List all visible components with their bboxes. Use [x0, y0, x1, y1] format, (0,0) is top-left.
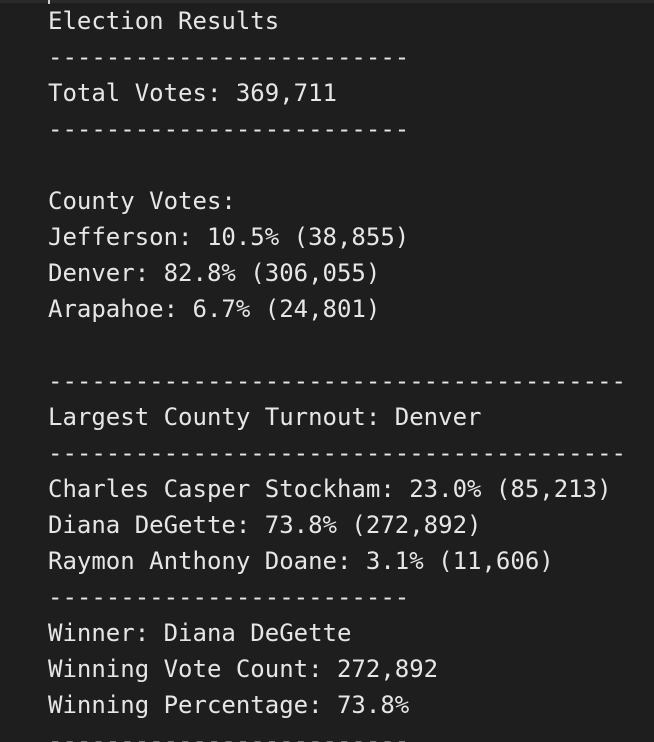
- largest-county-turnout-line: Largest County Turnout: Denver: [48, 403, 482, 431]
- county-line-arapahoe: Arapahoe: 6.7% (24,801): [48, 295, 381, 323]
- separator-line: ----------------------------------------: [48, 367, 626, 395]
- separator-line: -------------------------: [48, 583, 410, 611]
- winner-line: Winner: Diana DeGette: [48, 619, 352, 647]
- candidate-line-doane: Raymon Anthony Doane: 3.1% (11,606): [48, 547, 554, 575]
- winning-vote-count-line: Winning Vote Count: 272,892: [48, 655, 439, 683]
- separator-line: -------------------------: [48, 43, 410, 71]
- total-votes-line: Total Votes: 369,711: [48, 79, 337, 107]
- separator-line: -------------------------: [48, 727, 410, 742]
- separator-line: -------------------------: [48, 115, 410, 143]
- results-title: Election Results: [48, 7, 280, 35]
- winning-percentage-line: Winning Percentage: 73.8%: [48, 691, 410, 719]
- county-line-denver: Denver: 82.8% (306,055): [48, 259, 381, 287]
- county-votes-header: County Votes:: [48, 187, 236, 215]
- candidate-line-degette: Diana DeGette: 73.8% (272,892): [48, 511, 482, 539]
- separator-line: ----------------------------------------: [48, 439, 626, 467]
- candidate-line-stockham: Charles Casper Stockham: 23.0% (85,213): [48, 475, 612, 503]
- county-line-jefferson: Jefferson: 10.5% (38,855): [48, 223, 410, 251]
- terminal-output-panel: Election Results -----------------------…: [0, 0, 654, 742]
